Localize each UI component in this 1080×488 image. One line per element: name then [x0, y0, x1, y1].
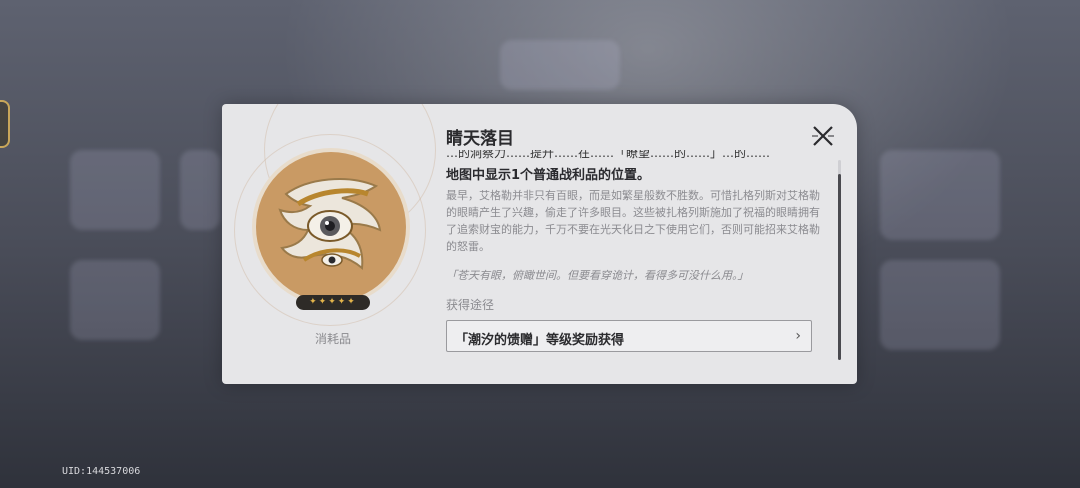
background-tile: [70, 260, 160, 340]
eye-relic-icon: [278, 178, 382, 271]
clipped-text-line: …的洞察力……提升……在……「瞭望……的……」…的……: [446, 150, 771, 160]
background-tile: [70, 150, 160, 230]
source-button-label: 「潮汐的馈赠」等级奖励获得: [455, 333, 625, 348]
background-tile: [500, 40, 620, 90]
rarity-stars: ✦✦✦✦✦: [296, 295, 370, 310]
item-detail-scroll[interactable]: …的洞察力……提升……在……「瞭望……的……」…的…… 地图中显示1个普通战利品…: [446, 150, 830, 378]
scrollbar-thumb[interactable]: [838, 174, 841, 360]
item-quote: 「苍天有眼，俯瞰世间。但要看穿诡计，看得多可没什么用。」: [446, 269, 749, 282]
item-effect: 地图中显示1个普通战利品的位置。: [446, 168, 651, 183]
item-type-label: 消耗品: [314, 332, 351, 346]
background-tile: [880, 150, 1000, 240]
source-button[interactable]: 「潮汐的馈赠」等级奖励获得 ›: [446, 320, 812, 352]
chevron-right-icon: ›: [795, 328, 801, 344]
item-description: 最早，艾格勒并非只有百眼，而是如繁星般数不胜数。可惜扎格列斯对艾格勒的眼睛产生了…: [446, 189, 820, 253]
background-tile: [180, 150, 220, 230]
background-tile: [880, 260, 1000, 350]
uid-label: UID:144537006: [62, 466, 141, 477]
item-title: 睛天落目: [446, 129, 514, 149]
side-tab[interactable]: [0, 100, 10, 148]
source-heading: 获得途径: [446, 298, 495, 312]
close-icon[interactable]: [810, 123, 836, 149]
item-detail-card: ✦✦✦✦✦ 消耗品 睛天落目 …的洞察力……提升……在……「瞭望……的……」…的…: [222, 104, 857, 384]
